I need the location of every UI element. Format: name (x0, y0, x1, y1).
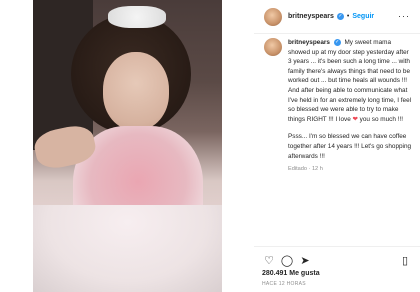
photo-face (103, 52, 169, 130)
photo-tutu (33, 205, 222, 292)
post-header: britneyspears ✓ • Seguir ··· (254, 0, 420, 34)
action-bar: ♡ ◯ ➤ ▯ (262, 253, 412, 267)
share-icon[interactable]: ➤ (298, 253, 312, 267)
post-photo[interactable] (33, 0, 222, 292)
header-username[interactable]: britneyspears (288, 13, 334, 20)
photo-hair-bow (108, 6, 166, 28)
caption-paragraph-1-end: you so much !!! (359, 115, 404, 123)
follow-button[interactable]: Seguir (352, 13, 374, 20)
comment-icon[interactable]: ◯ (280, 253, 294, 267)
caption-text: britneyspears ✓ My sweet mama showed up … (288, 38, 414, 161)
post-media (0, 0, 254, 292)
caption-avatar[interactable] (264, 38, 282, 56)
caption-username[interactable]: britneyspears (288, 39, 330, 46)
verified-badge-icon: ✓ (336, 13, 344, 20)
post-date: HACE 12 HORAS (262, 281, 306, 287)
caption-paragraph-1: My sweet mama showed up at my door step … (288, 39, 412, 123)
post-caption: britneyspears ✓ My sweet mama showed up … (264, 38, 414, 172)
verified-badge-icon: ✓ (333, 38, 341, 46)
more-options-icon[interactable]: ··· (398, 11, 410, 21)
red-heart-icon: ❤ (352, 115, 358, 123)
post-footer: ♡ ◯ ➤ ▯ 280.491 Me gusta HACE 12 HORAS (254, 246, 420, 292)
header-separator: • (346, 13, 350, 20)
heart-icon[interactable]: ♡ (262, 253, 276, 267)
post-side-panel: britneyspears ✓ • Seguir ··· britneyspea… (254, 0, 420, 292)
caption-meta: Editado · 12 h (288, 166, 323, 173)
caption-paragraph-2: Psss... I'm so blessed we can have coffe… (288, 133, 412, 160)
like-count[interactable]: 280.491 Me gusta (262, 270, 320, 277)
avatar[interactable] (264, 7, 282, 26)
bookmark-icon[interactable]: ▯ (398, 253, 412, 267)
